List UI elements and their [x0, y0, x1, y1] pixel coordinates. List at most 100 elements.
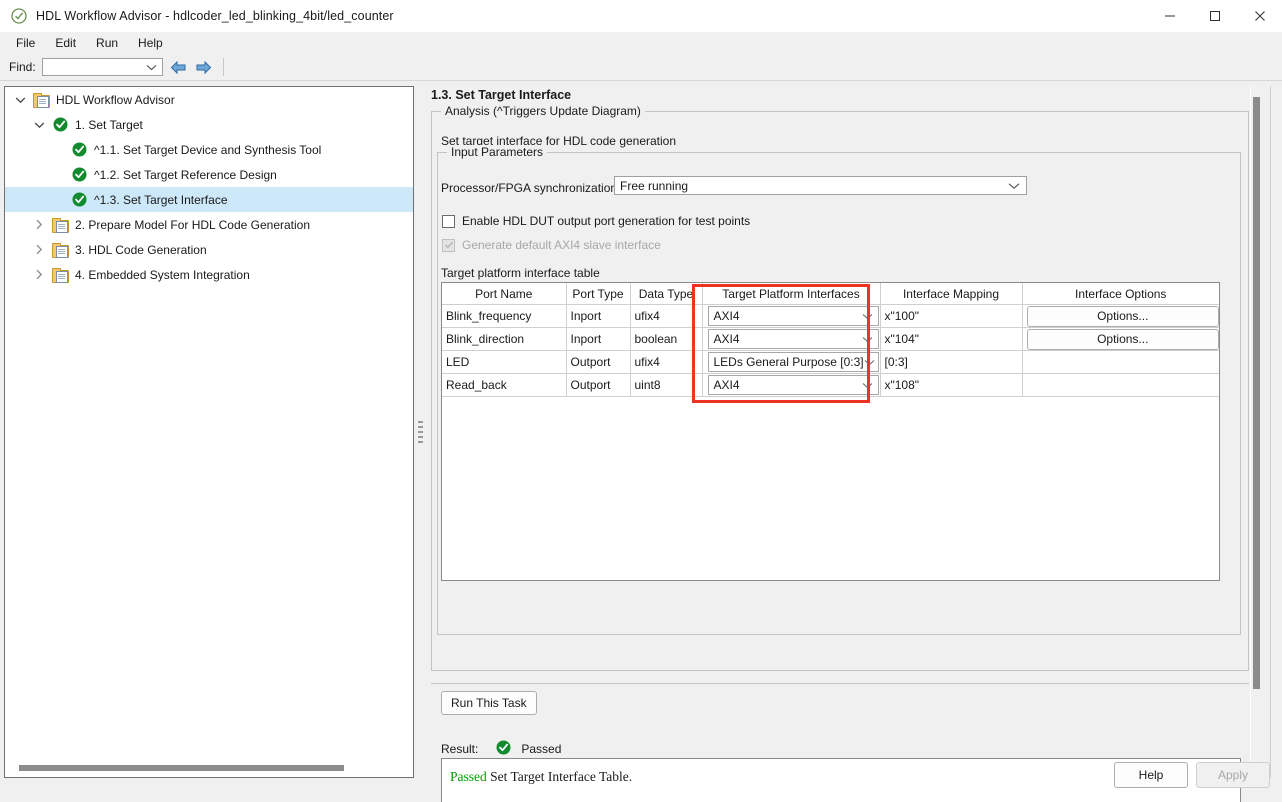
- tree-horizontal-scrollbar[interactable]: [5, 760, 413, 776]
- right-arrow-icon[interactable]: [195, 58, 213, 76]
- tree-item-label: ^1.3. Set Target Interface: [94, 193, 228, 207]
- cell-interface-mapping[interactable]: x"108": [880, 374, 1022, 397]
- find-toolbar: Find:: [0, 54, 1282, 81]
- cell-interface-options[interactable]: Options...: [1022, 305, 1219, 328]
- left-arrow-icon[interactable]: [170, 58, 188, 76]
- title-bar: HDL Workflow Advisor - hdlcoder_led_blin…: [0, 0, 1282, 33]
- help-button[interactable]: Help: [1114, 762, 1188, 788]
- tree-item-3[interactable]: ^1.2. Set Target Reference Design: [5, 162, 413, 187]
- cell-data-type: ufix4: [630, 351, 702, 374]
- analysis-group-legend: Analysis (^Triggers Update Diagram): [441, 104, 645, 118]
- target-interface-dropdown[interactable]: LEDs General Purpose [0:3]: [708, 352, 879, 372]
- menu-file[interactable]: File: [6, 33, 45, 53]
- result-row: Result: Passed: [441, 740, 561, 758]
- cell-interface-mapping[interactable]: x"104": [880, 328, 1022, 351]
- task-panel-vertical-scrollbar[interactable]: [1249, 86, 1264, 778]
- vscroll-thumb[interactable]: [1253, 97, 1260, 689]
- result-status-text: Passed: [521, 742, 561, 756]
- toolbar-divider: [223, 58, 224, 76]
- interface-table-body: Blink_frequencyInportufix4AXI4x"100"Opti…: [442, 305, 1219, 397]
- tree-item-label: 2. Prepare Model For HDL Code Generation: [75, 218, 310, 232]
- menu-run[interactable]: Run: [86, 33, 128, 53]
- col-port-name[interactable]: Port Name: [442, 283, 566, 305]
- folder-icon: [50, 268, 70, 282]
- target-interface-value: AXI4: [714, 332, 740, 346]
- table-row[interactable]: Blink_frequencyInportufix4AXI4x"100"Opti…: [442, 305, 1219, 328]
- cell-target-platform-interface[interactable]: AXI4: [702, 305, 880, 328]
- chevron-down-icon: [864, 355, 875, 369]
- cell-target-platform-interface[interactable]: AXI4: [702, 374, 880, 397]
- cell-target-platform-interface[interactable]: LEDs General Purpose [0:3]: [702, 351, 880, 374]
- splitter-grip-icon: [418, 421, 423, 443]
- menu-bar: File Edit Run Help: [0, 32, 1282, 54]
- chevron-right-icon[interactable]: [28, 269, 50, 280]
- check-icon: [50, 117, 70, 132]
- panel-splitter[interactable]: [415, 86, 426, 778]
- task-panel: 1.3. Set Target Interface Analysis (^Tri…: [428, 86, 1274, 778]
- table-header-row: Port Name Port Type Data Type Target Pla…: [442, 283, 1219, 305]
- tree-item-6[interactable]: 3. HDL Code Generation: [5, 237, 413, 262]
- col-interface-mapping[interactable]: Interface Mapping: [880, 283, 1022, 305]
- cell-port-type: Inport: [566, 305, 630, 328]
- chevron-down-icon: [862, 378, 873, 392]
- tree-hscroll-thumb[interactable]: [19, 765, 344, 771]
- interface-options-button[interactable]: Options...: [1027, 306, 1220, 327]
- folder-icon: [50, 218, 70, 232]
- chevron-down-icon: [862, 332, 873, 346]
- chevron-right-icon[interactable]: [28, 244, 50, 255]
- col-data-type[interactable]: Data Type: [630, 283, 702, 305]
- target-interface-dropdown[interactable]: AXI4: [708, 306, 879, 326]
- tree-item-2[interactable]: ^1.1. Set Target Device and Synthesis To…: [5, 137, 413, 162]
- table-row[interactable]: Blink_directionInportbooleanAXI4x"104"Op…: [442, 328, 1219, 351]
- window-title: HDL Workflow Advisor - hdlcoder_led_blin…: [36, 9, 394, 23]
- axi4-slave-checkbox-label: Generate default AXI4 slave interface: [462, 238, 661, 252]
- col-interface-options[interactable]: Interface Options: [1022, 283, 1219, 305]
- testpoints-checkbox[interactable]: [442, 215, 455, 228]
- col-port-type[interactable]: Port Type: [566, 283, 630, 305]
- table-row[interactable]: LEDOutportufix4 LEDs General Purpose [0:3…: [442, 351, 1219, 374]
- sync-dropdown[interactable]: Free running: [614, 176, 1027, 195]
- tree-item-0[interactable]: HDL Workflow Advisor: [5, 87, 413, 112]
- folder-icon: [31, 93, 51, 107]
- vscroll-track: [1250, 86, 1251, 778]
- workflow-tree-panel: HDL Workflow Advisor 1. Set Target ^1.1. S…: [4, 86, 414, 778]
- cell-interface-mapping[interactable]: x"100": [880, 305, 1022, 328]
- cell-port-type: Outport: [566, 374, 630, 397]
- table-row[interactable]: Read_backOutportuint8AXI4x"108": [442, 374, 1219, 397]
- chevron-right-icon[interactable]: [28, 219, 50, 230]
- minimize-button[interactable]: [1147, 0, 1192, 32]
- tree-item-5[interactable]: 2. Prepare Model For HDL Code Generation: [5, 212, 413, 237]
- run-this-task-button[interactable]: Run This Task: [441, 691, 537, 715]
- result-status-icon: [496, 740, 511, 758]
- menu-help[interactable]: Help: [128, 33, 173, 53]
- cell-port-name: LED: [442, 351, 566, 374]
- check-icon: [69, 192, 89, 207]
- panel-right-edge: [1270, 86, 1271, 778]
- testpoints-checkbox-row[interactable]: Enable HDL DUT output port generation fo…: [442, 214, 750, 228]
- menu-edit[interactable]: Edit: [45, 33, 86, 53]
- cell-interface-mapping[interactable]: [0:3]: [880, 351, 1022, 374]
- tree-item-4[interactable]: ^1.3. Set Target Interface: [5, 187, 413, 212]
- tree-item-7[interactable]: 4. Embedded System Integration: [5, 262, 413, 287]
- find-input[interactable]: [42, 58, 163, 76]
- interface-options-button[interactable]: Options...: [1027, 329, 1220, 350]
- cell-port-name: Blink_frequency: [442, 305, 566, 328]
- close-button[interactable]: [1237, 0, 1282, 32]
- col-target-platform-interfaces[interactable]: Target Platform Interfaces: [702, 283, 880, 305]
- page-title: 1.3. Set Target Interface: [431, 88, 571, 102]
- workflow-tree: HDL Workflow Advisor 1. Set Target ^1.1. S…: [5, 87, 413, 287]
- target-interface-dropdown[interactable]: AXI4: [708, 375, 879, 395]
- tree-item-label: HDL Workflow Advisor: [56, 93, 175, 107]
- target-interface-dropdown[interactable]: AXI4: [708, 329, 879, 349]
- tree-item-label: ^1.1. Set Target Device and Synthesis To…: [94, 143, 321, 157]
- sync-label: Processor/FPGA synchronization:: [441, 181, 620, 195]
- chevron-down-icon[interactable]: [28, 121, 50, 129]
- maximize-button[interactable]: [1192, 0, 1237, 32]
- cell-target-platform-interface[interactable]: AXI4: [702, 328, 880, 351]
- cell-interface-options[interactable]: Options...: [1022, 328, 1219, 351]
- tree-item-1[interactable]: 1. Set Target: [5, 112, 413, 137]
- hdl-workflow-advisor-window: HDL Workflow Advisor - hdlcoder_led_blin…: [0, 0, 1282, 802]
- chevron-down-icon[interactable]: [9, 96, 31, 104]
- cell-port-type: Outport: [566, 351, 630, 374]
- target-platform-interface-table: Port Name Port Type Data Type Target Pla…: [441, 282, 1220, 581]
